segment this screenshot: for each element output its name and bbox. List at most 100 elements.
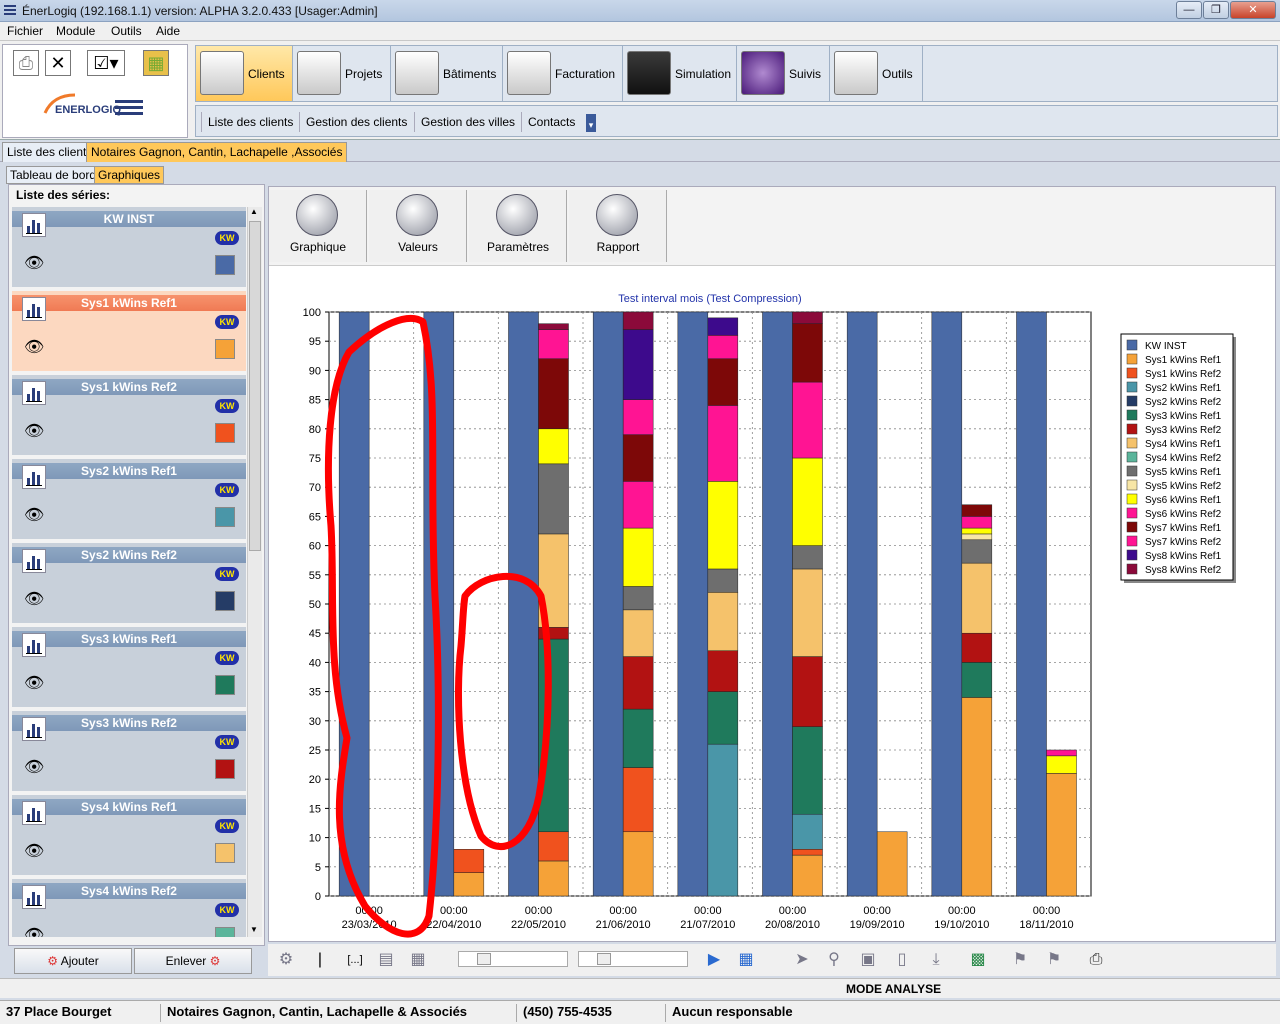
bar-chart-icon[interactable] [22,717,46,741]
series-item[interactable]: KW INST KW 👁 [12,207,246,287]
play-icon[interactable]: ▶ [704,950,724,970]
module-facturation[interactable]: Facturation [503,46,623,101]
series-color-swatch[interactable] [215,843,235,863]
printer-icon[interactable]: ⎙ [1086,950,1106,970]
horizontal-slider-1[interactable] [458,951,568,967]
bar-chart-icon[interactable] [22,633,46,657]
series-color-swatch[interactable] [215,255,235,275]
module-batiments[interactable]: Bâtiments [391,46,503,101]
bar-chart-icon[interactable] [22,297,46,321]
series-scrollbar[interactable]: ▲ ▼ [247,207,262,937]
tab-liste-clients[interactable]: Liste des clients [2,142,98,162]
grid-icon[interactable]: ▦ [408,950,428,970]
bar [792,854,823,897]
series-color-swatch[interactable] [215,423,235,443]
series-item[interactable]: Sys2 kWins Ref2 KW 👁 [12,543,246,623]
zoom-icon[interactable]: ⚲ [824,950,844,970]
stacked-bar-chart[interactable]: Test interval mois (Test Compression) 0 5 1… [269,266,1275,942]
eye-icon[interactable]: 👁 [24,253,44,273]
y-tick-label: 25 [309,745,321,757]
close-window-button[interactable]: ✕ [1230,1,1276,19]
bar-chart-icon[interactable] [22,381,46,405]
subnav-contacts[interactable]: Contacts [521,112,581,132]
ellipsis-icon[interactable]: [...] [340,950,370,970]
tab-rapport[interactable]: Rapport [569,190,667,262]
tags-icon[interactable]: ⚑ [1044,950,1064,970]
tag-icon[interactable]: ⚑ [1010,950,1030,970]
series-item[interactable]: Sys4 kWins Ref2 KW 👁 [12,879,246,937]
tab-valeurs[interactable]: Valeurs [369,190,467,262]
fit-icon[interactable]: ▣ [858,950,878,970]
app-icon [4,5,16,15]
tab-client-notaires[interactable]: Notaires Gagnon, Cantin, Lachapelle ,Ass… [86,142,348,162]
scroll-thumb[interactable] [249,221,261,551]
maximize-button[interactable]: ❐ [1203,1,1229,19]
series-color-swatch[interactable] [215,339,235,359]
series-item[interactable]: Sys2 kWins Ref1 KW 👁 [12,459,246,539]
subnav-gestion-villes[interactable]: Gestion des villes [414,112,521,132]
tab-parametres[interactable]: Paramètres [469,190,567,262]
remove-series-button[interactable]: Enlever ⚙ [134,948,252,974]
kw-badge: KW [215,231,239,245]
module-outils[interactable]: Outils [830,46,923,101]
scroll-down-icon[interactable]: ▼ [250,925,258,934]
module-clients[interactable]: Clients [196,46,293,101]
legend-label: Sys1 kWins Ref2 [1145,369,1222,380]
cursor-bar-icon[interactable]: | [310,950,330,970]
series-item[interactable]: Sys1 kWins Ref2 KW 👁 [12,375,246,455]
series-color-swatch[interactable] [215,675,235,695]
legend-swatch [1126,409,1138,421]
eye-icon[interactable]: 👁 [24,673,44,693]
series-item[interactable]: Sys4 kWins Ref1 KW 👁 [12,795,246,875]
window-icon[interactable]: ▦ [736,950,756,970]
series-color-swatch[interactable] [215,507,235,527]
settings-gear-icon[interactable]: ⚙ [276,950,296,970]
module-projets[interactable]: Projets [293,46,391,101]
menu-aide[interactable]: Aide [156,24,180,38]
close-icon[interactable]: ✕ [45,50,71,76]
overflow-chevron-icon[interactable]: ▾ [586,114,596,132]
bar-chart-icon[interactable] [22,801,46,825]
print-icon[interactable]: ⎙ [13,50,39,76]
download-icon[interactable]: ⤓ [926,950,946,970]
series-item[interactable]: Sys3 kWins Ref1 KW 👁 [12,627,246,707]
series-color-swatch[interactable] [215,591,235,611]
bar-chart-icon[interactable] [22,465,46,489]
subnav-liste-clients[interactable]: Liste des clients [201,112,299,132]
copy-icon[interactable]: ▩ [968,950,988,970]
checkbox-dropdown-icon[interactable]: ☑▾ [87,50,125,76]
bar-chart-icon[interactable] [22,885,46,909]
eye-icon[interactable]: 👁 [24,589,44,609]
series-item[interactable]: Sys3 kWins Ref2 KW 👁 [12,711,246,791]
series-item[interactable]: Sys1 kWins Ref1 KW 👁 [12,291,246,371]
eye-icon[interactable]: 👁 [24,421,44,441]
eye-icon[interactable]: 👁 [24,505,44,525]
module-simulation[interactable]: Simulation [623,46,737,101]
tab-graphiques[interactable]: Graphiques [94,166,165,184]
series-color-swatch[interactable] [215,927,235,937]
pointer-icon[interactable]: ➤ [792,950,812,970]
menu-module[interactable]: Module [56,24,95,38]
bar-chart-icon[interactable] [22,549,46,573]
horizontal-slider-2[interactable] [578,951,688,967]
tab-graphique[interactable]: Graphique [269,190,367,262]
bar-chart-icon[interactable] [22,213,46,237]
menu-outils[interactable]: Outils [111,24,142,38]
scroll-up-icon[interactable]: ▲ [250,207,258,216]
bar [622,399,654,435]
y-tick-label: 90 [309,365,321,377]
tab-tableau-de-bord[interactable]: Tableau de bord [6,166,101,184]
eye-icon[interactable]: 👁 [24,757,44,777]
eye-icon[interactable]: 👁 [24,925,44,937]
series-color-swatch[interactable] [215,759,235,779]
export-icon[interactable]: ▤ [376,950,396,970]
calculator-icon[interactable]: ▦ [143,50,169,76]
menu-fichier[interactable]: Fichier [7,24,43,38]
eye-icon[interactable]: 👁 [24,337,44,357]
minimize-button[interactable]: — [1176,1,1202,19]
module-suivis[interactable]: Suivis [737,46,830,101]
eye-icon[interactable]: 👁 [24,841,44,861]
page-icon[interactable]: ▯ [892,950,912,970]
add-series-button[interactable]: ⚙ Ajouter [14,948,132,974]
subnav-gestion-clients[interactable]: Gestion des clients [299,112,413,132]
